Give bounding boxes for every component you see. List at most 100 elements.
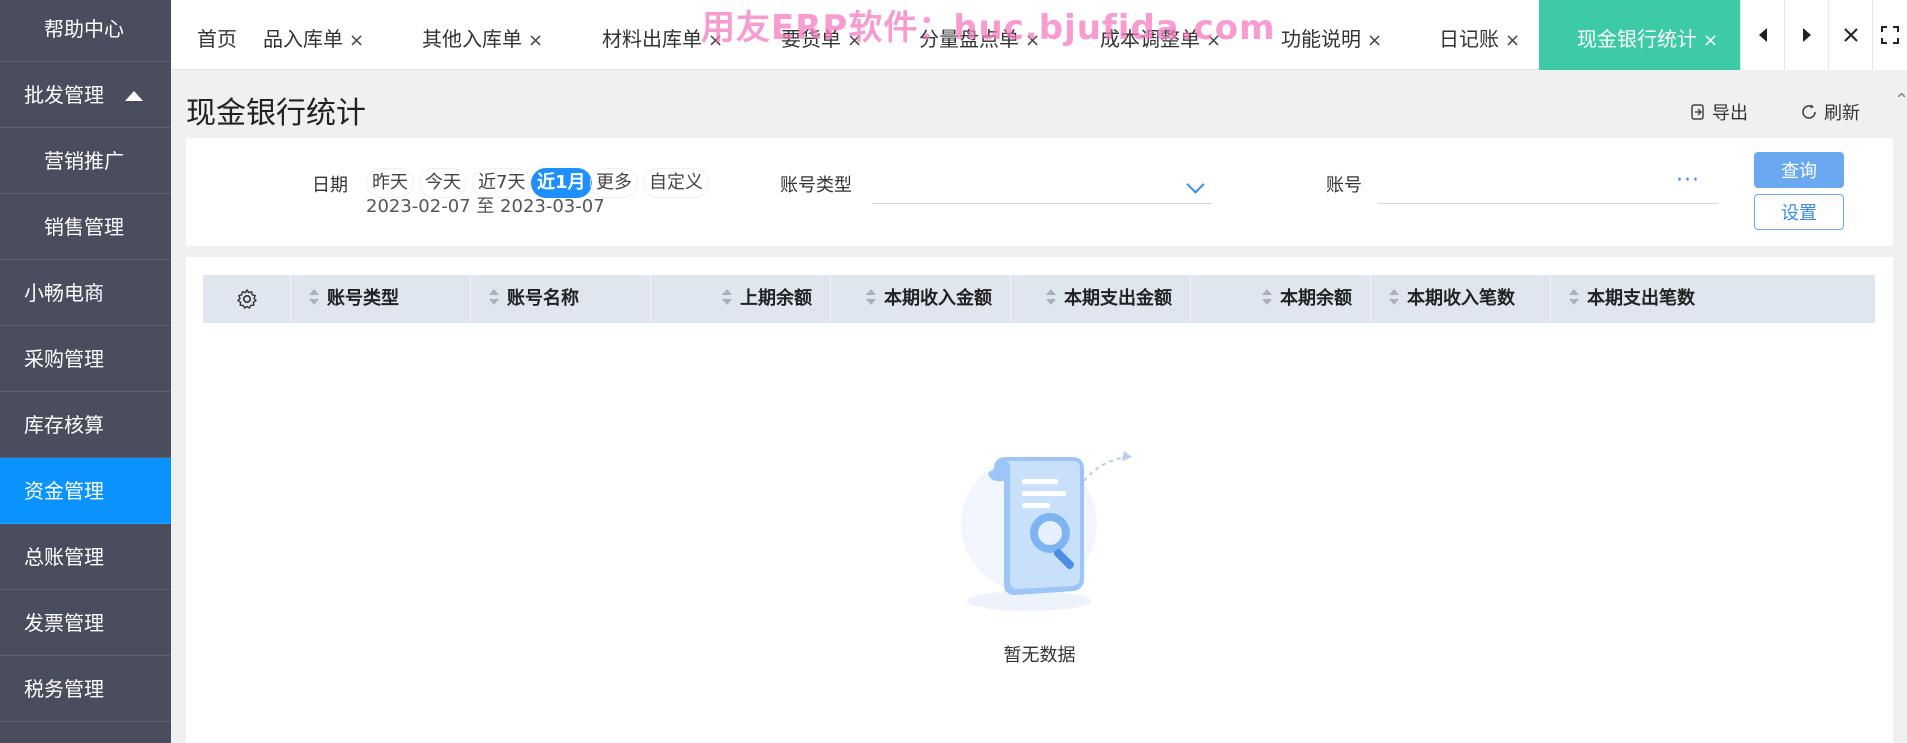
- tab-label: 首页: [197, 27, 237, 51]
- account-label: 账号: [1326, 175, 1362, 196]
- column-header-expense-amount[interactable]: 本期支出金额: [1011, 275, 1191, 323]
- query-button[interactable]: 查询: [1754, 152, 1844, 188]
- sort-icon: [866, 289, 876, 305]
- sort-icon: [722, 289, 732, 305]
- sort-icon: [309, 289, 319, 305]
- tab-label: 材料出库单: [602, 27, 702, 51]
- column-header-label: 本期收入笔数: [1407, 288, 1515, 309]
- close-icon[interactable]: ×: [1367, 30, 1382, 51]
- tab-label: 其他入库单: [422, 27, 522, 51]
- column-header-account-name[interactable]: 账号名称: [471, 275, 651, 323]
- scroll-left-icon[interactable]: [1740, 0, 1784, 70]
- close-icon[interactable]: ×: [1505, 30, 1520, 51]
- sidebar-item-funds[interactable]: 资金管理: [0, 458, 171, 524]
- tab-material-outbound[interactable]: 材料出库单 ×: [602, 0, 723, 70]
- sort-icon: [1569, 289, 1579, 305]
- gear-icon: [236, 289, 257, 309]
- close-icon[interactable]: ×: [847, 30, 862, 51]
- export-button[interactable]: 导出: [1690, 99, 1748, 125]
- column-header-prev-balance[interactable]: 上期余额: [651, 275, 831, 323]
- sidebar-item-ecommerce[interactable]: 小畅电商: [0, 260, 171, 326]
- tab-label: 要货单: [781, 27, 841, 51]
- account-type-select[interactable]: [872, 166, 1212, 204]
- close-icon[interactable]: ×: [1206, 30, 1221, 51]
- sidebar-item-label: 库存核算: [24, 413, 104, 437]
- sidebar-item-marketing[interactable]: 营销推广: [0, 128, 171, 194]
- sidebar-item-help-center[interactable]: 帮助中心: [0, 0, 171, 62]
- date-label: 日期: [312, 175, 348, 196]
- refresh-label: 刷新: [1824, 103, 1860, 124]
- export-icon: [1691, 104, 1704, 120]
- column-settings-button[interactable]: [203, 275, 291, 323]
- tab-cost-adjust[interactable]: 成本调整单 ×: [1100, 0, 1221, 70]
- tab-label: 品入库单: [263, 27, 343, 51]
- close-icon[interactable]: ×: [349, 30, 364, 51]
- tab-bar: 首页 品入库单 × 其他入库单 × 材料出库单 × 要货单 × 分量盘点单 × 成本调整单…: [171, 0, 1907, 70]
- account-input[interactable]: ···: [1378, 166, 1718, 204]
- column-header-expense-count[interactable]: 本期支出笔数: [1551, 275, 1875, 323]
- close-icon[interactable]: ×: [1025, 30, 1040, 51]
- table-panel: 账号类型 账号名称 上期余额 本期收入金额 本期支出金额 本期余额 本期收入笔数…: [186, 257, 1893, 743]
- close-all-icon[interactable]: [1828, 0, 1872, 70]
- sidebar-item-label: 批发管理: [24, 83, 104, 107]
- sidebar-item-label: 营销推广: [44, 149, 124, 173]
- refresh-button[interactable]: 刷新: [1800, 99, 1860, 125]
- sidebar-item-label: 总账管理: [24, 545, 104, 569]
- tab-label: 日记账: [1439, 27, 1499, 51]
- sidebar-item-label: 资金管理: [24, 479, 104, 503]
- table-header: 账号类型 账号名称 上期余额 本期收入金额 本期支出金额 本期余额 本期收入笔数…: [203, 275, 1875, 323]
- sidebar-item-ledger[interactable]: 总账管理: [0, 524, 171, 590]
- tab-feature-guide[interactable]: 功能说明 ×: [1281, 0, 1382, 70]
- sidebar-item-label: 小畅电商: [24, 281, 104, 305]
- refresh-icon: [1802, 104, 1816, 119]
- sidebar-item-label: 销售管理: [44, 215, 124, 239]
- close-icon[interactable]: ×: [1703, 30, 1718, 51]
- column-header-balance[interactable]: 本期余额: [1191, 275, 1371, 323]
- account-type-label: 账号类型: [780, 175, 852, 196]
- sidebar-item-wholesale[interactable]: 批发管理: [0, 62, 171, 128]
- close-icon[interactable]: ×: [708, 30, 723, 51]
- sidebar-item-sales[interactable]: 销售管理: [0, 194, 171, 260]
- column-header-label: 账号类型: [327, 288, 399, 309]
- empty-data-illustration: [961, 451, 1132, 611]
- more-icon[interactable]: ···: [1676, 168, 1700, 193]
- fullscreen-icon[interactable]: [1872, 0, 1907, 70]
- tab-label: 功能说明: [1281, 27, 1361, 51]
- column-header-account-type[interactable]: 账号类型: [291, 275, 471, 323]
- tab-label: 分量盘点单: [919, 27, 1019, 51]
- column-header-label: 账号名称: [507, 288, 579, 309]
- page-title: 现金银行统计: [186, 96, 366, 131]
- sidebar-item-label: 发票管理: [24, 611, 104, 635]
- tab-cash-bank-stats[interactable]: 现金银行统计 ×: [1539, 0, 1741, 70]
- scroll-right-icon[interactable]: [1784, 0, 1828, 70]
- settings-button[interactable]: 设置: [1754, 194, 1844, 230]
- column-header-label: 本期支出笔数: [1587, 288, 1695, 309]
- sidebar-item-inventory[interactable]: 库存核算: [0, 392, 171, 458]
- tab-stocktake[interactable]: 分量盘点单 ×: [919, 0, 1040, 70]
- sidebar-item-invoice[interactable]: 发票管理: [0, 590, 171, 656]
- column-header-label: 本期收入金额: [884, 288, 992, 309]
- column-header-income-amount[interactable]: 本期收入金额: [831, 275, 1011, 323]
- column-header-label: 本期支出金额: [1064, 288, 1172, 309]
- date-range: 2023-02-07 至 2023-03-07: [366, 196, 605, 217]
- tab-label: 成本调整单: [1100, 27, 1200, 51]
- sidebar-item-purchase[interactable]: 采购管理: [0, 326, 171, 392]
- close-icon[interactable]: ×: [528, 30, 543, 51]
- column-header-income-count[interactable]: 本期收入笔数: [1371, 275, 1551, 323]
- sidebar-item-tax[interactable]: 税务管理: [0, 656, 171, 722]
- tab-product-inbound[interactable]: 品入库单 ×: [263, 0, 364, 70]
- empty-state-text: 暂无数据: [1003, 645, 1076, 666]
- export-label: 导出: [1712, 103, 1748, 124]
- tab-other-inbound[interactable]: 其他入库单 ×: [422, 0, 543, 70]
- tab-home[interactable]: 首页: [197, 0, 237, 70]
- tab-journal[interactable]: 日记账 ×: [1439, 0, 1520, 70]
- date-chip-custom[interactable]: 自定义: [643, 168, 709, 198]
- sidebar-item-label: 帮助中心: [44, 17, 124, 41]
- caret-up-icon: [125, 91, 143, 101]
- sort-icon: [1389, 289, 1399, 305]
- sidebar-item-label: 采购管理: [24, 347, 104, 371]
- scroll-handle-icon[interactable]: ⌃: [1894, 90, 1907, 111]
- tab-requisition[interactable]: 要货单 ×: [781, 0, 862, 70]
- sort-icon: [1262, 289, 1272, 305]
- column-header-label: 本期余额: [1280, 288, 1352, 309]
